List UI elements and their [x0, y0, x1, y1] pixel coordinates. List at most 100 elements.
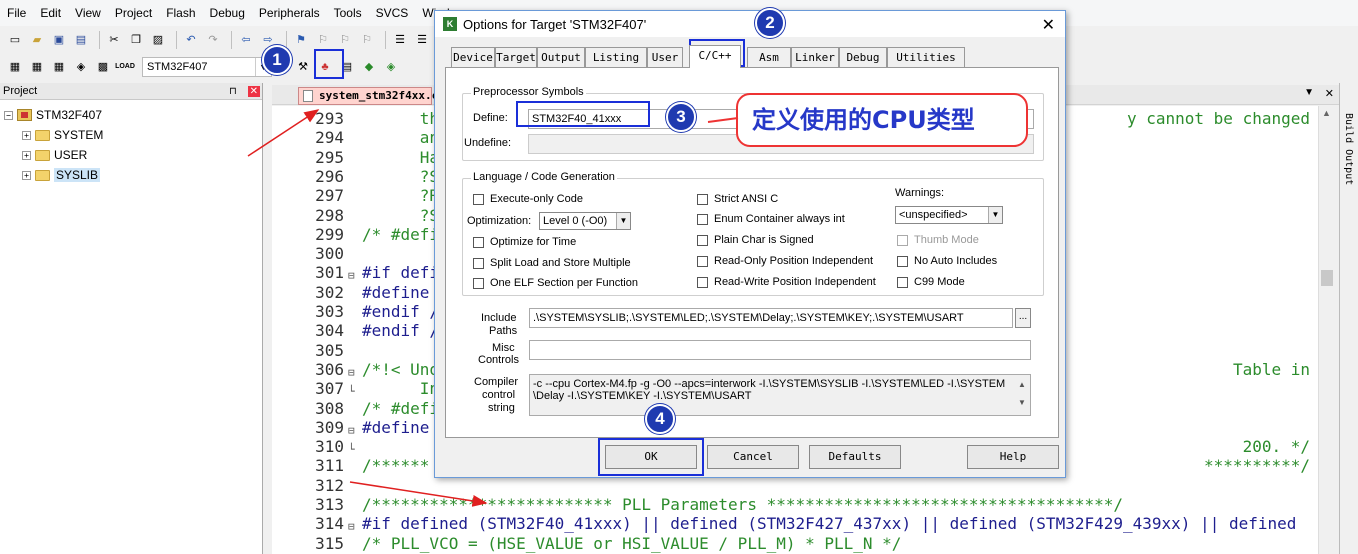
undo-icon[interactable]: ↶ [182, 31, 200, 49]
code-line[interactable]: 315 /* PLL_VCO = (HSE_VALUE or HSI_VALUE … [272, 534, 1318, 553]
build-output-panel[interactable]: Build Output [1339, 83, 1358, 554]
new-file-icon[interactable]: ▭ [6, 31, 24, 49]
enum-container-checkbox[interactable]: Enum Container always int [697, 213, 845, 225]
tab-device[interactable]: Device [451, 47, 495, 67]
browse-include-paths-button[interactable]: ... [1015, 308, 1031, 328]
fold-marker-icon[interactable] [348, 324, 358, 336]
menu-debug[interactable]: Debug [203, 0, 252, 26]
expand-icon[interactable]: + [22, 170, 31, 180]
editor-scrollbar[interactable]: ▲ [1318, 106, 1335, 554]
fold-marker-icon[interactable] [348, 170, 358, 182]
code-line[interactable]: 312 [272, 476, 1318, 495]
cancel-button[interactable]: Cancel [707, 445, 799, 469]
code-line[interactable]: 314 ⊟ #if defined (STM32F40_41xxx) || defi… [272, 514, 1318, 533]
fold-marker-icon[interactable] [348, 228, 358, 240]
checkbox-box[interactable] [897, 276, 908, 288]
fold-marker-icon[interactable] [348, 189, 358, 201]
optimize-for-time-checkbox[interactable]: Optimize for Time [473, 236, 576, 248]
menu-edit[interactable]: Edit [33, 0, 68, 26]
save-icon[interactable]: ▣ [50, 31, 68, 49]
tab-user[interactable]: User [647, 47, 683, 67]
scroll-up-icon[interactable]: ▲ [1322, 108, 1331, 118]
thumb-mode-checkbox[interactable]: Thumb Mode [897, 234, 979, 246]
help-button[interactable]: Help [967, 445, 1059, 469]
fold-marker-icon[interactable] [348, 286, 358, 298]
tab-target[interactable]: Target [495, 47, 537, 67]
one-elf-section-checkbox[interactable]: One ELF Section per Function [473, 277, 638, 289]
fold-marker-icon[interactable]: └ [348, 382, 358, 398]
rebuild-icon[interactable]: ▦ [50, 58, 68, 76]
fold-marker-icon[interactable]: ⊟ [348, 363, 358, 379]
fold-marker-icon[interactable] [348, 112, 358, 124]
fold-marker-icon[interactable] [348, 305, 358, 317]
fold-marker-icon[interactable]: ⊟ [348, 517, 358, 533]
scroll-arrows-icon[interactable]: ▲ ▼ [1015, 376, 1029, 414]
fold-marker-icon[interactable] [348, 344, 358, 356]
manage-rte-icon[interactable]: ◆ [360, 58, 378, 76]
menu-view[interactable]: View [68, 0, 108, 26]
optimization-select[interactable]: Level 0 (-O0) ▼ [539, 212, 631, 230]
warnings-select[interactable]: <unspecified> ▼ [895, 206, 1003, 224]
bookmark-next-icon[interactable]: ⚐ [336, 31, 354, 49]
tab-asm[interactable]: Asm [747, 47, 791, 67]
defaults-button[interactable]: Defaults [809, 445, 901, 469]
batch-build-icon[interactable]: ◈ [72, 58, 90, 76]
fold-marker-icon[interactable]: ⊟ [348, 266, 358, 282]
nav-back-icon[interactable]: ⇦ [237, 31, 255, 49]
fold-marker-icon[interactable]: ⊟ [348, 421, 358, 437]
stop-build-icon[interactable]: ▩ [94, 58, 112, 76]
tab-c-cpp[interactable]: C/C++ [689, 45, 741, 68]
fold-marker-icon[interactable] [348, 459, 358, 471]
tree-group-system[interactable]: + SYSTEM [22, 125, 103, 145]
open-file-icon[interactable]: ▰ [28, 31, 46, 49]
save-all-icon[interactable]: ▤ [72, 31, 90, 49]
checkbox-box[interactable] [697, 213, 708, 225]
target-select[interactable]: STM32F407 ▼ [142, 56, 272, 77]
fold-marker-icon[interactable]: └ [348, 440, 358, 456]
split-load-store-checkbox[interactable]: Split Load and Store Multiple [473, 257, 631, 269]
expand-icon[interactable]: + [22, 130, 31, 140]
no-auto-includes-checkbox[interactable]: No Auto Includes [897, 255, 997, 267]
tab-list-dropdown-icon[interactable]: ▼ [1304, 87, 1314, 98]
close-icon[interactable]: ✕ [247, 86, 260, 97]
unindent-icon[interactable]: ☰ [413, 31, 431, 49]
execute-only-checkbox[interactable]: Execute-only Code [473, 193, 583, 205]
options-for-target-icon[interactable]: ⚒ [294, 58, 312, 76]
menu-tools[interactable]: Tools [327, 0, 369, 26]
checkbox-box[interactable] [697, 255, 708, 267]
menu-flash[interactable]: Flash [159, 0, 202, 26]
tab-output[interactable]: Output [537, 47, 585, 67]
fold-marker-icon[interactable] [348, 209, 358, 221]
tree-root[interactable]: − STM32F407 [4, 105, 102, 125]
close-editor-icon[interactable]: ✕ [1325, 87, 1334, 100]
fold-marker-icon[interactable] [348, 479, 358, 491]
expand-icon[interactable]: + [22, 150, 31, 160]
scrollbar-thumb[interactable] [1321, 270, 1333, 286]
fold-marker-icon[interactable] [348, 498, 358, 510]
copy-icon[interactable]: ❐ [127, 31, 145, 49]
tab-listing[interactable]: Listing [585, 47, 647, 67]
tab-utilities[interactable]: Utilities [887, 47, 965, 67]
code-line[interactable]: 313 /************************* PLL Parame… [272, 495, 1318, 514]
checkbox-box[interactable] [473, 277, 484, 289]
tab-debug[interactable]: Debug [839, 47, 887, 67]
chevron-down-icon[interactable]: ▼ [616, 213, 630, 229]
fold-marker-icon[interactable] [348, 247, 358, 259]
editor-tab-system-stm32f4xx[interactable]: system_stm32f4xx.c [298, 87, 438, 105]
dialog-titlebar[interactable]: K Options for Target 'STM32F407' ✕ [435, 11, 1065, 37]
cut-icon[interactable]: ✂ [105, 31, 123, 49]
indent-icon[interactable]: ☰ [391, 31, 409, 49]
build-icon[interactable]: ▦ [28, 58, 46, 76]
checkbox-box[interactable] [473, 257, 484, 269]
rw-position-independent-checkbox[interactable]: Read-Write Position Independent [697, 276, 876, 288]
c99-mode-checkbox[interactable]: C99 Mode [897, 276, 965, 288]
close-icon[interactable]: ✕ [1042, 15, 1055, 35]
strict-ansi-c-checkbox[interactable]: Strict ANSI C [697, 193, 778, 205]
checkbox-box[interactable] [697, 193, 708, 205]
checkbox-box[interactable] [897, 234, 908, 246]
checkbox-box[interactable] [697, 276, 708, 288]
compiler-control-string[interactable]: -c --cpu Cortex-M4.fp -g -O0 --apcs=inte… [529, 374, 1031, 416]
translate-icon[interactable]: ▦ [6, 58, 24, 76]
tree-group-user[interactable]: + USER [22, 145, 87, 165]
bookmark-clear-icon[interactable]: ⚐ [358, 31, 376, 49]
